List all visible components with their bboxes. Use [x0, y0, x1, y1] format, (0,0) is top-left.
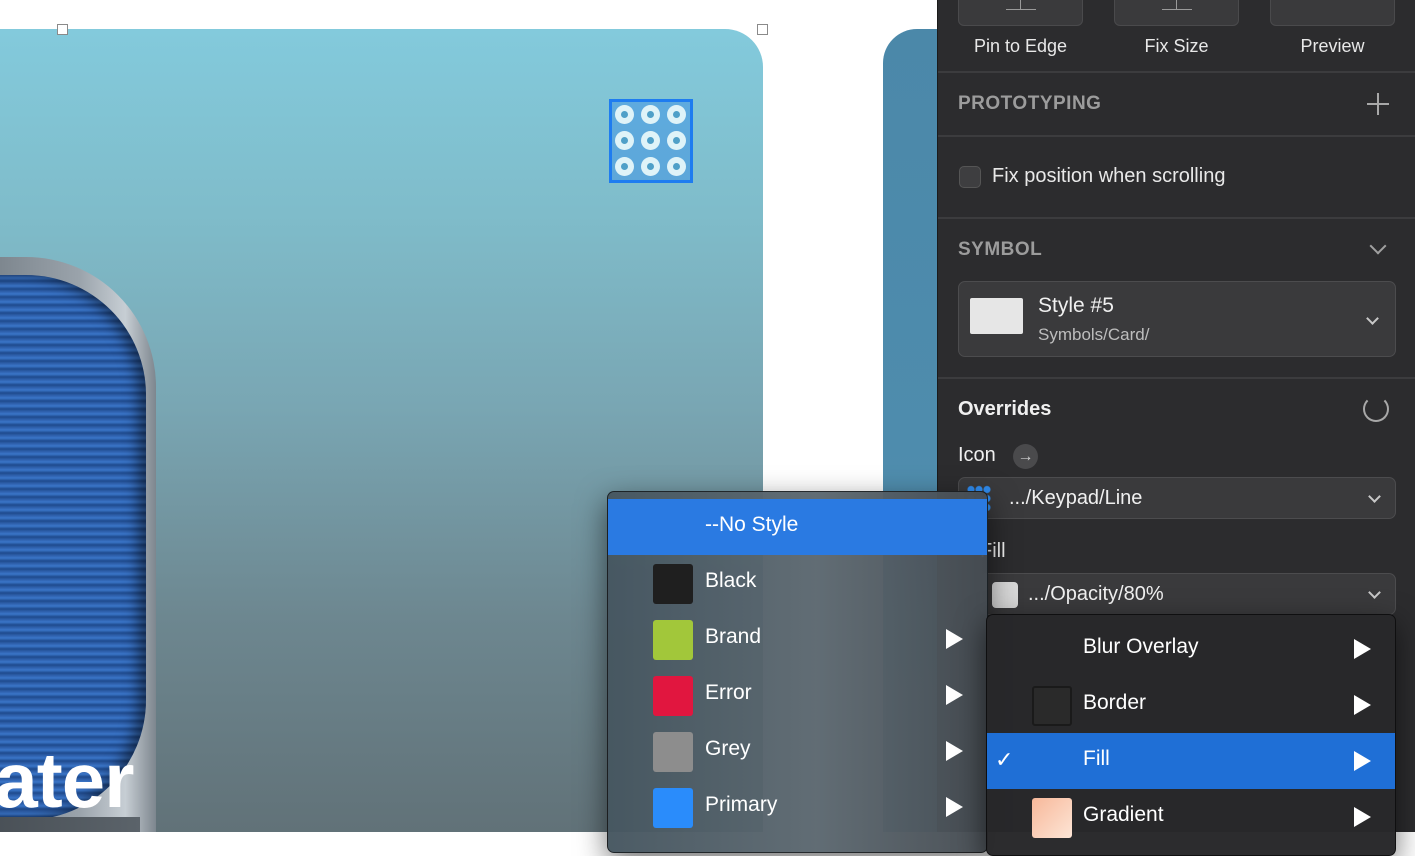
submenu-item-border[interactable]: Border: [987, 677, 1395, 733]
submenu-item-fill[interactable]: ✓ Fill: [987, 733, 1395, 789]
fill-override-select[interactable]: .../Opacity/80%: [980, 573, 1396, 615]
add-prototyping-icon[interactable]: [1367, 93, 1389, 115]
resize-handle-top-right[interactable]: [757, 24, 768, 35]
submenu-arrow-icon: [1354, 695, 1371, 715]
icon-override-label: Icon: [958, 444, 996, 466]
submenu-arrow-icon: [1354, 807, 1371, 827]
resize-handle-top-left[interactable]: [57, 24, 68, 35]
brand-swatch: [653, 620, 693, 660]
grey-swatch: [653, 732, 693, 772]
keypad-icon[interactable]: [609, 99, 693, 183]
fill-style-submenu[interactable]: Blur Overlay Border ✓ Fill Gradient: [986, 614, 1396, 856]
submenu-arrow-icon: [1354, 751, 1371, 771]
menu-item-label: Gradient: [1083, 803, 1164, 826]
menu-item-primary[interactable]: Primary: [608, 779, 987, 835]
checkmark-icon: ✓: [995, 747, 1014, 772]
fill-override-value: .../Opacity/80%: [1028, 583, 1164, 605]
submenu-item-gradient[interactable]: Gradient: [987, 789, 1395, 845]
submenu-arrow-icon: [946, 797, 963, 817]
menu-item-label: Fill: [1083, 747, 1110, 770]
preview-button[interactable]: [1270, 0, 1395, 26]
pin-to-edge-icon: [1005, 0, 1036, 10]
menu-item-label: --No Style: [705, 513, 799, 536]
preview-label: Preview: [1300, 36, 1365, 56]
fill-dropdown-icon: [1368, 586, 1381, 599]
menu-item-label: Grey: [705, 737, 751, 760]
fix-size-icon: [1161, 0, 1192, 10]
card-title-text: eater: [0, 736, 134, 824]
icon-override-value: .../Keypad/Line: [1009, 487, 1143, 509]
reset-overrides-icon[interactable]: [1363, 396, 1389, 422]
error-swatch: [653, 676, 693, 716]
pin-to-edge-button[interactable]: [958, 0, 1083, 26]
icon-override-select[interactable]: .../Keypad/Line: [958, 477, 1396, 519]
fill-swatch: [992, 582, 1018, 608]
menu-item-label: Black: [705, 569, 757, 592]
menu-item-error[interactable]: Error: [608, 667, 987, 723]
primary-swatch: [653, 788, 693, 828]
submenu-item-blur-overlay[interactable]: Blur Overlay: [987, 621, 1395, 677]
gradient-swatch: [1032, 798, 1072, 838]
icon-go-to-icon[interactable]: →: [1013, 444, 1038, 469]
symbol-path: Symbols/Card/: [1038, 325, 1150, 344]
symbol-dropdown-icon: [1366, 312, 1379, 325]
symbol-name: Style #5: [1038, 294, 1114, 317]
menu-item-black[interactable]: Black: [608, 555, 987, 611]
menu-item-label: Primary: [705, 793, 778, 816]
fix-size-button[interactable]: [1114, 0, 1239, 26]
menu-item-label: Border: [1083, 691, 1147, 714]
fix-size-label: Fix Size: [1144, 36, 1209, 56]
overrides-title: Overrides: [958, 398, 1052, 420]
menu-item-brand[interactable]: Brand: [608, 611, 987, 667]
symbol-thumbnail: [970, 298, 1023, 334]
menu-item-label: Brand: [705, 625, 762, 648]
style-menu[interactable]: --No Style Black Brand Error Grey Primar…: [607, 491, 988, 853]
symbol-picker[interactable]: Style #5 Symbols/Card/: [958, 281, 1396, 357]
icon-dropdown-icon: [1368, 490, 1381, 503]
submenu-arrow-icon: [946, 741, 963, 761]
submenu-arrow-icon: [1354, 639, 1371, 659]
menu-item-grey[interactable]: Grey: [608, 723, 987, 779]
submenu-arrow-icon: [946, 685, 963, 705]
symbol-section-title: SYMBOL: [958, 239, 1043, 260]
fix-position-label: Fix position when scrolling: [992, 165, 1226, 187]
submenu-arrow-icon: [946, 629, 963, 649]
menu-item-label: Blur Overlay: [1083, 635, 1199, 658]
menu-item-no-style[interactable]: --No Style: [608, 499, 987, 555]
menu-item-label: Error: [705, 681, 752, 704]
black-swatch: [653, 564, 693, 604]
pin-to-edge-label: Pin to Edge: [973, 36, 1068, 56]
prototyping-section-title: PROTOTYPING: [958, 93, 1102, 114]
symbol-collapse-icon[interactable]: [1369, 237, 1387, 255]
border-swatch: [1032, 686, 1072, 726]
fix-position-checkbox[interactable]: [959, 166, 981, 188]
